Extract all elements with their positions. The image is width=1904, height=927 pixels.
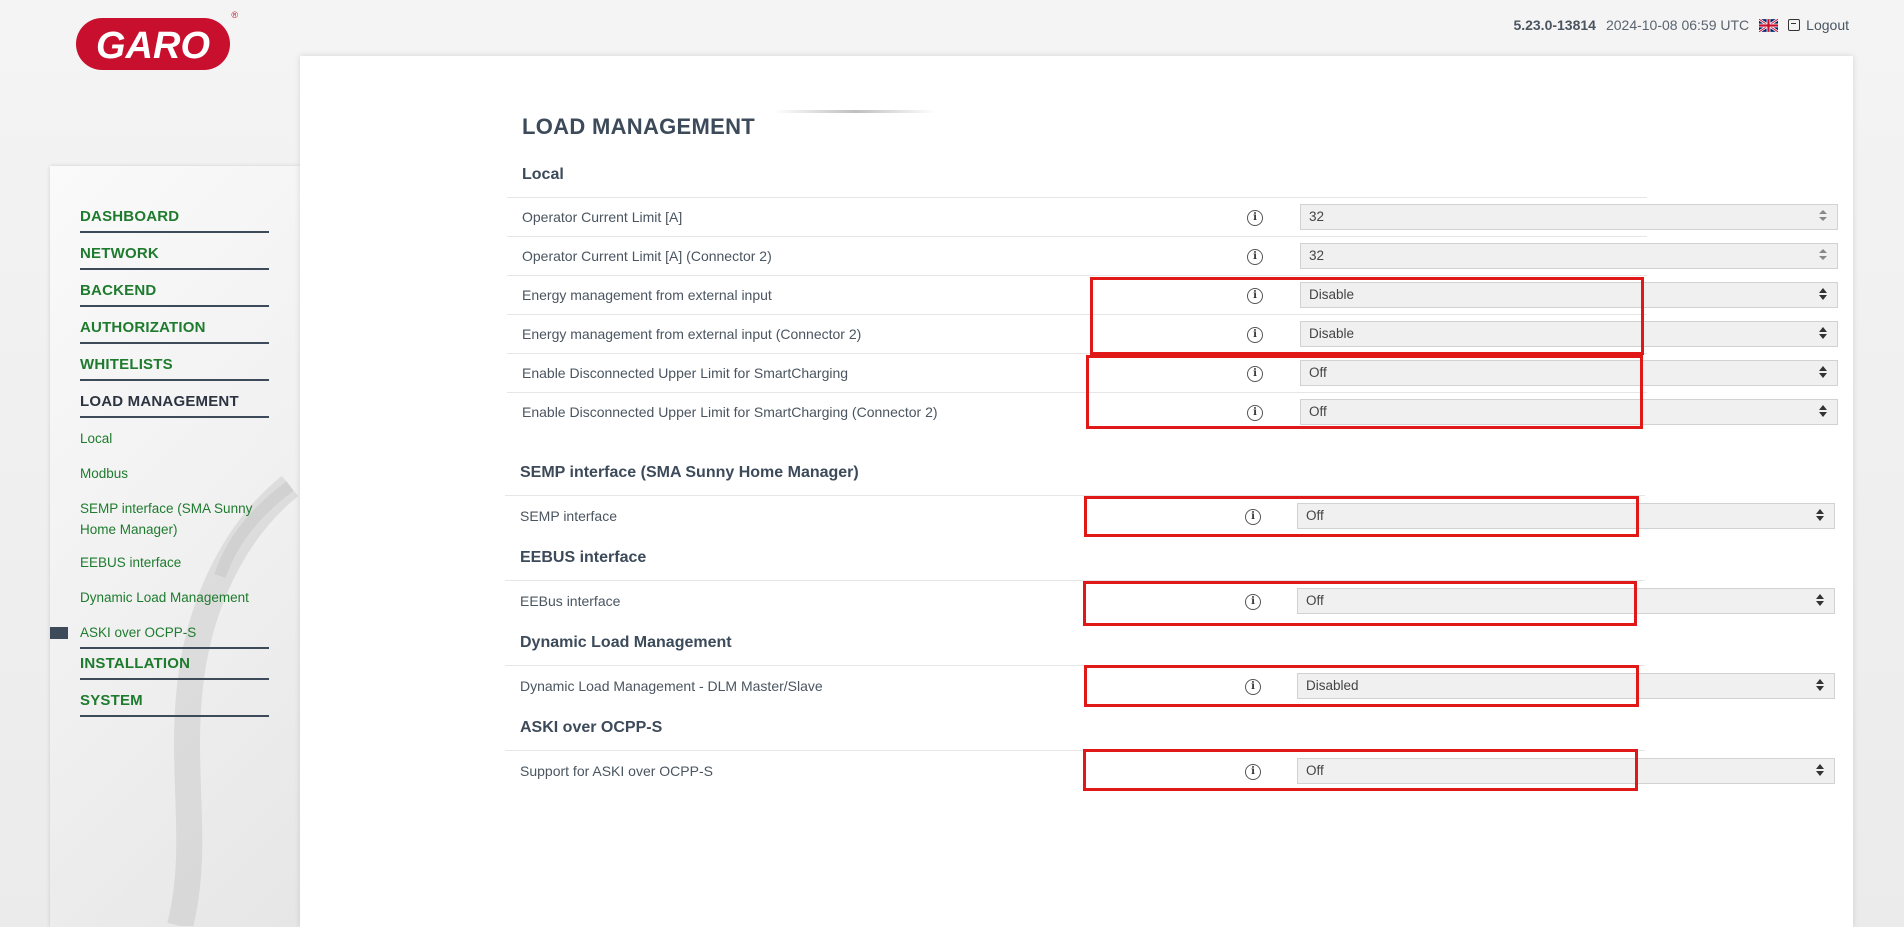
menu-network[interactable]: NETWORK	[80, 241, 269, 270]
select-arrows-icon	[1819, 404, 1827, 418]
stepper-arrows-icon[interactable]	[1819, 209, 1827, 223]
stepper-arrows-icon[interactable]	[1819, 248, 1827, 262]
version-label: 5.23.0-13814	[1513, 17, 1596, 33]
highlight-box-upper-limit	[1086, 355, 1643, 429]
row-label: Support for ASKI over OCPP-S	[520, 763, 713, 779]
submenu-local[interactable]: Local	[80, 428, 269, 449]
select-arrows-icon	[1819, 287, 1827, 301]
select-arrows-icon	[1819, 326, 1827, 340]
row-label: SEMP interface	[520, 508, 618, 524]
operator-current-limit-c2-input[interactable]: 32	[1300, 243, 1838, 269]
datetime-label: 2024-10-08 06:59 UTC	[1605, 17, 1750, 33]
main-menu: DASHBOARD NETWORK BACKEND AUTHORIZATION …	[50, 204, 269, 725]
garo-logo-graphic: GARO	[76, 18, 230, 70]
menu-whitelists[interactable]: WHITELISTS	[80, 352, 269, 381]
row-label: Enable Disconnected Upper Limit for Smar…	[522, 365, 849, 381]
section-title-aski: ASKI over OCPP-S	[520, 719, 663, 736]
highlight-box-energy-mgmt	[1090, 277, 1644, 355]
highlight-box-aski	[1083, 749, 1638, 791]
submenu-aski[interactable]: ASKI over OCPP-S	[50, 622, 269, 643]
row-label: Operator Current Limit [A] (Connector 2)	[522, 248, 772, 264]
select-arrows-icon	[1816, 508, 1824, 522]
top-bar: 5.23.0-13814 2024-10-08 06:59 UTC Logout	[1513, 17, 1849, 33]
submenu-semp[interactable]: SEMP interface (SMA Sunny Home Manager)	[80, 498, 269, 540]
highlight-box-dlm	[1084, 665, 1639, 707]
garo-logo[interactable]: GARO ®	[74, 10, 238, 74]
operator-current-limit-input[interactable]: 32	[1300, 204, 1838, 230]
section-title-local: Local	[522, 166, 564, 183]
section-title-eebus: EEBUS interface	[520, 549, 647, 566]
select-arrows-icon	[1819, 365, 1827, 379]
highlight-box-eebus	[1083, 581, 1637, 626]
svg-text:GARO: GARO	[96, 25, 210, 67]
select-arrows-icon	[1816, 593, 1824, 607]
menu-installation[interactable]: INSTALLATION	[80, 647, 269, 680]
row-label: Dynamic Load Management - DLM Master/Sla…	[520, 678, 823, 694]
row-label: Energy management from external input	[522, 287, 772, 303]
sidebar: DASHBOARD NETWORK BACKEND AUTHORIZATION …	[50, 166, 300, 927]
menu-load-management[interactable]: LOAD MANAGEMENT	[80, 389, 269, 418]
section-title-semp: SEMP interface (SMA Sunny Home Manager)	[520, 464, 859, 481]
select-arrows-icon	[1816, 763, 1824, 777]
logout-link[interactable]: Logout	[1788, 17, 1849, 33]
select-arrows-icon	[1816, 678, 1824, 692]
load-management-submenu: Local Modbus SEMP interface (SMA Sunny H…	[50, 428, 269, 643]
logout-icon	[1788, 19, 1801, 31]
menu-backend[interactable]: BACKEND	[80, 278, 269, 307]
highlight-box-semp	[1084, 496, 1639, 537]
menu-dashboard[interactable]: DASHBOARD	[80, 204, 269, 233]
row-operator-current-limit: Operator Current Limit [A] i 32	[507, 197, 1838, 236]
registered-mark: ®	[231, 10, 238, 20]
row-label: Energy management from external input (C…	[522, 326, 862, 342]
submenu-dlm[interactable]: Dynamic Load Management	[80, 587, 269, 608]
main-panel: LOAD MANAGEMENT Local Operator Current L…	[300, 56, 1853, 927]
info-icon[interactable]: i	[1247, 210, 1263, 226]
menu-system[interactable]: SYSTEM	[80, 688, 269, 717]
uk-flag-icon[interactable]	[1758, 17, 1779, 33]
logout-label: Logout	[1806, 17, 1849, 33]
page-title: LOAD MANAGEMENT	[522, 114, 756, 139]
row-operator-current-limit-c2: Operator Current Limit [A] (Connector 2)…	[507, 236, 1838, 275]
submenu-eebus[interactable]: EEBUS interface	[80, 552, 269, 573]
section-title-dlm: Dynamic Load Management	[520, 634, 732, 651]
tab-shadow	[774, 110, 936, 113]
menu-authorization[interactable]: AUTHORIZATION	[80, 315, 269, 344]
row-label: Operator Current Limit [A]	[522, 209, 683, 225]
row-label: EEBus interface	[520, 593, 621, 609]
submenu-modbus[interactable]: Modbus	[80, 463, 269, 484]
row-label: Enable Disconnected Upper Limit for Smar…	[522, 404, 938, 420]
info-icon[interactable]: i	[1247, 249, 1263, 265]
